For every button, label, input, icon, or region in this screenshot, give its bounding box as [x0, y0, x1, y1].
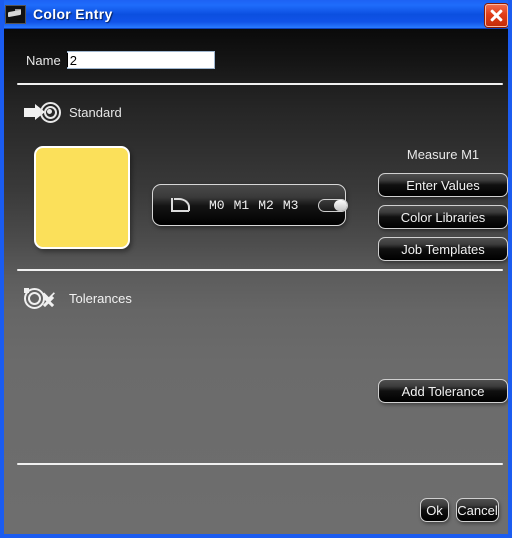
divider-bottom	[17, 463, 503, 465]
measurement-tabs: M0 M1 M2 M3	[209, 198, 298, 213]
add-tolerance-button[interactable]: Add Tolerance	[378, 379, 508, 403]
name-input[interactable]	[66, 51, 215, 69]
measurement-tab-m2[interactable]: M2	[258, 198, 274, 213]
color-libraries-button[interactable]: Color Libraries	[378, 205, 508, 229]
measurement-tab-m3[interactable]: M3	[283, 198, 299, 213]
name-label: Name	[26, 52, 61, 68]
measure-title: Measure M1	[406, 147, 480, 162]
divider-middle	[17, 269, 503, 271]
measurement-tab-m0[interactable]: M0	[209, 198, 225, 213]
close-icon[interactable]	[485, 4, 508, 27]
name-row: Name	[26, 51, 215, 69]
ok-button[interactable]: Ok	[420, 498, 449, 522]
tolerances-section-label: Tolerances	[69, 291, 132, 306]
arrow-into-target-icon	[24, 102, 61, 123]
title-bar: Color Entry	[4, 0, 508, 29]
job-templates-button[interactable]: Job Templates	[378, 237, 508, 261]
standard-section-header: Standard	[24, 102, 122, 123]
color-entry-window: Color Entry Name Standard	[0, 0, 512, 538]
photo-icon	[5, 4, 26, 24]
target-check-cross-icon	[24, 287, 61, 309]
divider-top	[17, 83, 503, 85]
window-title: Color Entry	[33, 6, 113, 22]
text-caret	[67, 53, 68, 67]
tolerances-section-header: Tolerances	[24, 287, 132, 309]
cancel-button[interactable]: Cancel	[456, 498, 499, 522]
dialog-body: Name Standard M0 M1	[4, 29, 508, 534]
standard-section-label: Standard	[69, 105, 122, 120]
measure-toggle[interactable]	[318, 198, 349, 212]
measure-strip: M0 M1 M2 M3	[152, 184, 349, 226]
color-swatch[interactable]	[34, 146, 130, 249]
curve-graph-icon[interactable]	[171, 198, 191, 212]
measurement-tab-m1[interactable]: M1	[234, 198, 250, 213]
enter-values-button[interactable]: Enter Values	[378, 173, 508, 197]
